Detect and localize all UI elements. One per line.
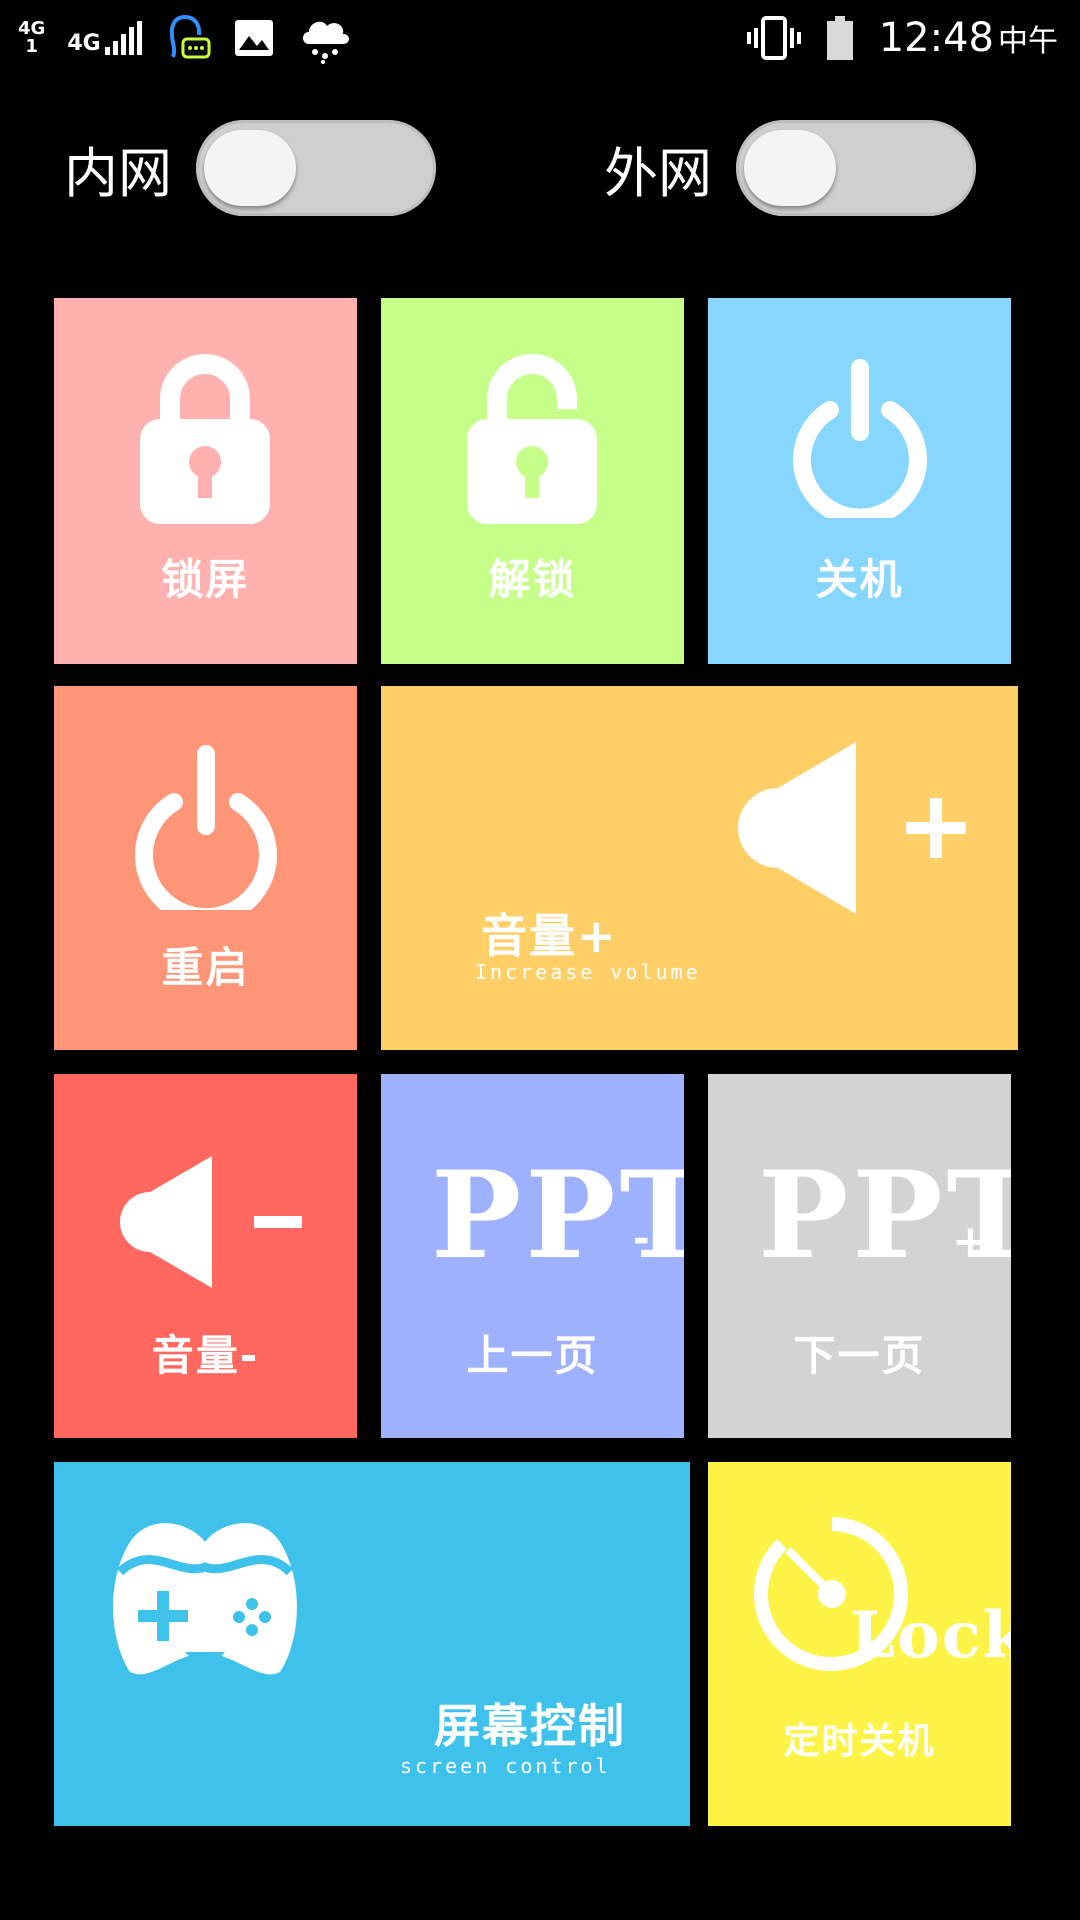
- network-type: 4G: [67, 30, 101, 56]
- unlock-icon: [467, 354, 597, 524]
- intranet-switch[interactable]: [196, 120, 436, 216]
- clock-ampm: 中午: [998, 23, 1058, 59]
- ppt-prev-tile[interactable]: PPT - 上一页: [381, 1074, 684, 1438]
- power-icon: [793, 359, 927, 518]
- extranet-switch[interactable]: [736, 120, 976, 216]
- network-sim: 1: [25, 35, 38, 57]
- shutdown-tile[interactable]: 关机: [708, 298, 1011, 664]
- extranet-toggle-group: 外网: [604, 118, 976, 218]
- restart-power-icon: [135, 745, 277, 910]
- lock-text-icon: Lock: [850, 1598, 1011, 1673]
- screen-control-tile[interactable]: 屏幕控制 screen control: [54, 1462, 690, 1826]
- network-indicator: 4G 1: [18, 17, 46, 57]
- screen-control-label: 屏幕控制: [434, 1699, 626, 1753]
- volume-down-label: 音量-: [151, 1331, 260, 1380]
- status-left: 4G 1 4G: [18, 10, 351, 65]
- screen-control-sublabel: screen control: [400, 1754, 611, 1778]
- battery-icon: [826, 15, 853, 60]
- extranet-label: 外网: [604, 141, 712, 205]
- shutdown-label: 关机: [815, 555, 904, 604]
- timed-shutdown-label: 定时关机: [783, 1721, 936, 1762]
- network-label: 4G: [18, 17, 46, 39]
- volume-up-label: 音量+: [481, 909, 618, 963]
- ppt-prev-label: 上一页: [466, 1331, 599, 1380]
- weather-icon: [302, 21, 349, 64]
- unlock-tile[interactable]: 解锁: [381, 298, 684, 664]
- ppt-next-suffix: +: [952, 1216, 989, 1267]
- unlock-label: 解锁: [488, 555, 577, 604]
- status-bar: 4G 1 4G 12:48 中午: [0, 0, 1080, 75]
- volume-up-sublabel: Increase volume: [475, 960, 701, 984]
- image-icon: [234, 19, 273, 56]
- restart-label: 重启: [161, 943, 250, 992]
- gamepad-icon: [113, 1523, 297, 1675]
- switch-knob: [204, 130, 296, 206]
- ppt-next-label: 下一页: [793, 1331, 926, 1380]
- restart-tile[interactable]: 重启: [54, 686, 357, 1050]
- ppt-prev-suffix: -: [633, 1216, 650, 1262]
- chat-icon: [169, 14, 211, 58]
- volume-down-tile[interactable]: 音量-: [54, 1074, 357, 1438]
- lock-screen-tile[interactable]: 锁屏: [54, 298, 357, 664]
- volume-up-tile[interactable]: 音量+ Increase volume: [381, 686, 1018, 1050]
- intranet-toggle-group: 内网: [64, 118, 436, 218]
- signal-icon: 4G: [67, 20, 142, 56]
- clock: 12:48: [878, 14, 994, 61]
- timed-shutdown-tile[interactable]: Lock 定时关机: [708, 1462, 1011, 1826]
- lock-icon: [140, 354, 270, 524]
- vibrate-icon: [746, 15, 801, 60]
- lock-screen-label: 锁屏: [161, 555, 250, 604]
- switch-knob: [744, 130, 836, 206]
- status-right: 12:48 中午: [746, 10, 1058, 65]
- speaker-minus-icon: [120, 1156, 302, 1288]
- intranet-label: 内网: [64, 141, 172, 205]
- ppt-next-tile[interactable]: PPT + 下一页: [708, 1074, 1011, 1438]
- speaker-plus-icon: [738, 742, 966, 914]
